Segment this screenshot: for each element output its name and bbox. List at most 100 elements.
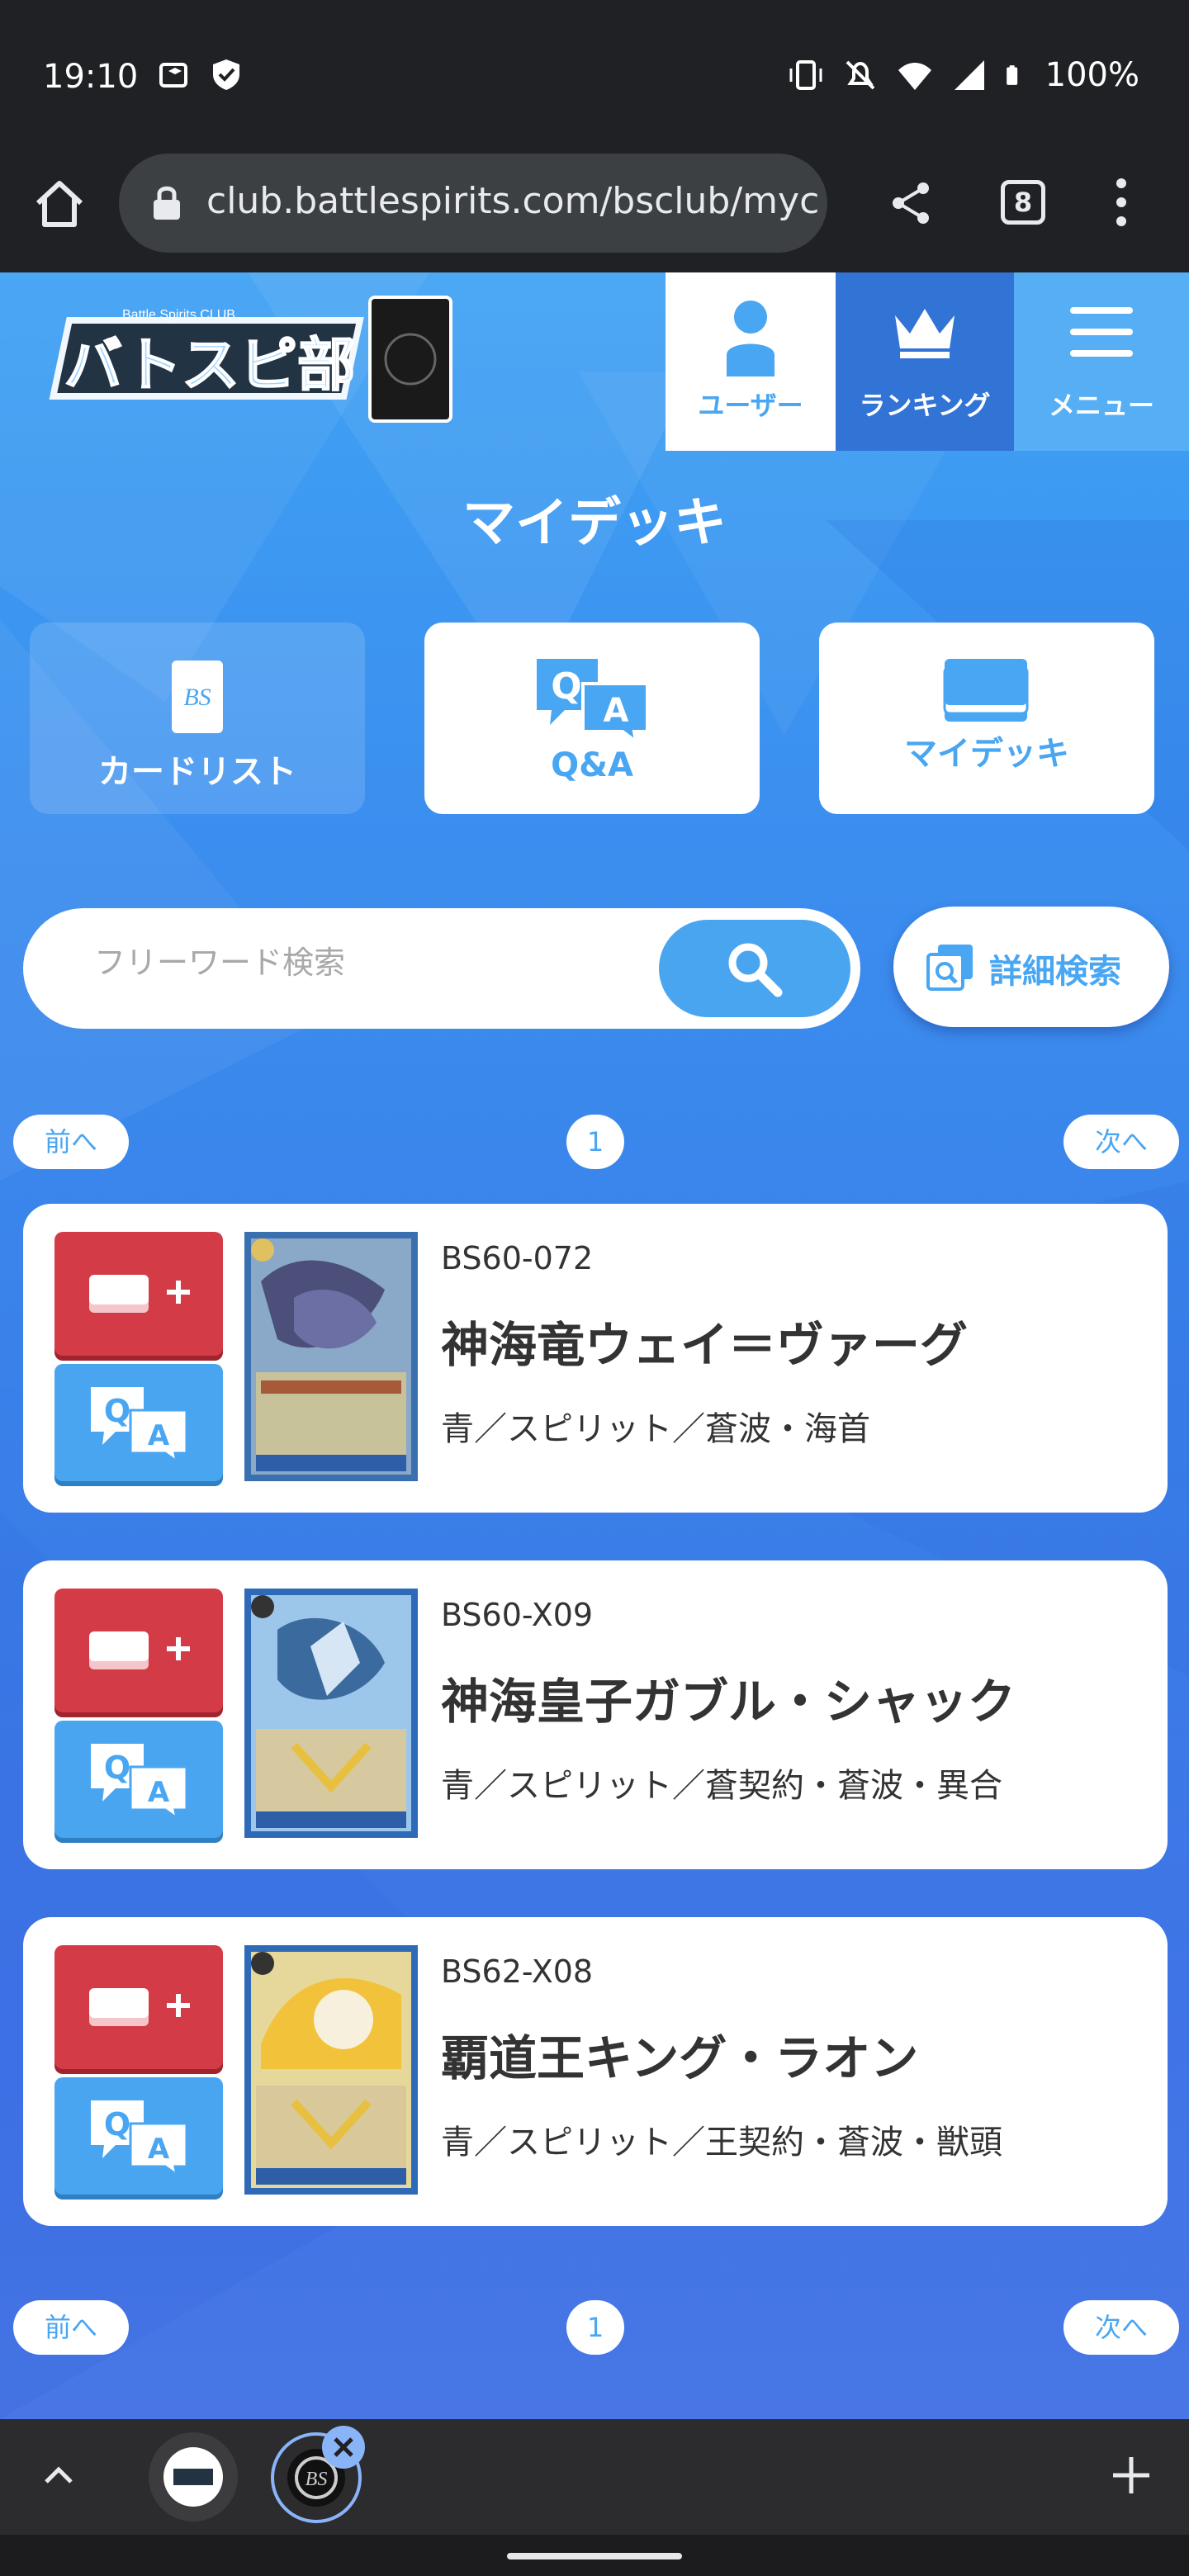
list-item: Q A BS60-X09 神海皇子ガブル・シャック 青／スピリット／蒼契約・蒼波… xyxy=(23,1560,1168,1869)
prev-page-button[interactable]: 前へ xyxy=(13,2300,129,2355)
page-number[interactable]: 1 xyxy=(566,1115,624,1169)
nav-ranking-button[interactable]: ランキング xyxy=(836,272,1014,451)
share-icon[interactable] xyxy=(888,180,935,226)
add-to-deck-button[interactable] xyxy=(54,1589,223,1712)
lock-icon xyxy=(154,186,180,220)
svg-text:BS: BS xyxy=(183,684,211,711)
svg-text:A: A xyxy=(148,1776,170,1809)
search-icon xyxy=(728,943,783,997)
battery-percent: 100% xyxy=(1045,56,1139,94)
page-content: Battle Spirits CLUB バトスピ部 ユーザー ランキング メニュ… xyxy=(0,272,1189,2419)
card-image xyxy=(244,1232,418,1481)
battery-icon xyxy=(1006,65,1017,85)
tab-group-strip: BS xyxy=(0,2419,1189,2535)
card-qa-button[interactable]: Q A xyxy=(54,1721,223,1838)
next-page-button[interactable]: 次へ xyxy=(1063,1115,1179,1169)
nfc-icon xyxy=(159,63,187,88)
svg-text:Q: Q xyxy=(104,2106,130,2143)
add-to-deck-button[interactable] xyxy=(54,1232,223,1356)
tile-qa[interactable]: Q A Q&A xyxy=(424,623,760,814)
home-icon[interactable] xyxy=(31,177,88,233)
signal-icon xyxy=(954,60,984,90)
deck-plus-icon xyxy=(89,1275,190,1313)
nav-menu-label: メニュー xyxy=(1048,390,1154,421)
site-favicon-icon xyxy=(163,2447,223,2507)
tile-my-deck-label: マイデッキ xyxy=(904,735,1069,773)
mute-icon xyxy=(846,60,875,90)
close-tab-button[interactable] xyxy=(322,2426,365,2469)
page-title: マイデッキ xyxy=(462,493,727,554)
add-to-deck-button[interactable] xyxy=(54,1945,223,2069)
list-item: Q A BS60-072 神海竜ウェイ＝ヴァーグ 青／スピリット／蒼波・海首 xyxy=(23,1204,1168,1513)
wifi-icon xyxy=(898,63,931,90)
pager-top: 前へ 1 次へ xyxy=(0,1115,1189,1172)
deck-plus-icon xyxy=(89,1631,190,1669)
chevron-up-icon[interactable] xyxy=(38,2455,79,2497)
card-code: BS62-X08 xyxy=(441,1953,594,1990)
card-code: BS60-072 xyxy=(441,1240,594,1276)
search-input[interactable] xyxy=(94,945,639,981)
user-icon xyxy=(727,301,775,376)
prev-page-button[interactable]: 前へ xyxy=(13,1115,129,1169)
card-qa-button[interactable]: Q A xyxy=(54,2077,223,2195)
card-image xyxy=(244,1589,418,1838)
nav-menu-button[interactable]: メニュー xyxy=(1014,272,1189,451)
tile-card-list-label: カードリスト xyxy=(98,753,296,791)
card-image xyxy=(244,1945,418,2195)
advanced-search-label: 詳細検索 xyxy=(989,953,1121,991)
svg-text:Q: Q xyxy=(104,1750,130,1786)
logo-text: バトスピ部 xyxy=(64,331,355,399)
logo-subtitle: Battle Spirits CLUB xyxy=(122,308,235,322)
new-tab-plus-icon[interactable] xyxy=(1108,2452,1154,2498)
list-item: Q A BS62-X08 覇道王キング・ラオン 青／スピリット／王契約・蒼波・獣… xyxy=(23,1917,1168,2226)
gesture-bar xyxy=(0,2535,1189,2576)
tile-qa-label: Q&A xyxy=(551,746,633,784)
home-gesture-pill[interactable] xyxy=(507,2553,682,2559)
shield-icon xyxy=(213,59,239,90)
next-page-button[interactable]: 次へ xyxy=(1063,2300,1179,2355)
close-icon xyxy=(334,2437,353,2457)
tile-card-list[interactable]: BS カードリスト xyxy=(30,623,365,814)
tab-thumbnail-1[interactable] xyxy=(149,2432,238,2522)
svg-text:A: A xyxy=(148,1419,170,1452)
deck-icon xyxy=(943,659,1029,722)
search-box xyxy=(23,908,860,1029)
card-code: BS60-X09 xyxy=(441,1597,594,1633)
status-bar: 19:10 100% xyxy=(0,0,1189,157)
svg-text:A: A xyxy=(604,692,629,730)
svg-text:Q: Q xyxy=(551,665,581,708)
vibrate-icon xyxy=(789,60,822,90)
bs-card-icon: BS xyxy=(172,661,223,733)
card-qa-button[interactable]: Q A xyxy=(54,1364,223,1481)
advanced-search-button[interactable]: 詳細検索 xyxy=(893,907,1169,1027)
qa-bubbles-icon: Q A xyxy=(91,1387,188,1461)
nav-ranking-label: ランキング xyxy=(859,390,991,421)
status-right-icons: 100% xyxy=(788,56,1139,94)
status-left-icons xyxy=(157,56,244,92)
svg-text:Q: Q xyxy=(104,1393,130,1429)
url-text[interactable]: club.battlespirits.com/bsclub/myc xyxy=(206,180,817,222)
card-name[interactable]: 神海皇子ガブル・シャック xyxy=(441,1663,1016,1732)
advanced-search-icon xyxy=(926,945,973,991)
nav-user-button[interactable]: ユーザー xyxy=(666,272,836,451)
nav-user-label: ユーザー xyxy=(698,390,803,421)
card-attributes: 青／スピリット／王契約・蒼波・獣頭 xyxy=(441,2124,1002,2162)
page-number[interactable]: 1 xyxy=(566,2300,624,2355)
hamburger-icon xyxy=(1070,307,1133,357)
qa-bubbles-icon: Q A xyxy=(91,1744,188,1818)
status-time: 19:10 xyxy=(43,58,139,96)
tab-switcher-button[interactable]: 8 xyxy=(1001,180,1045,225)
kebab-menu-icon[interactable] xyxy=(1111,177,1131,228)
card-name[interactable]: 覇道王キング・ラオン xyxy=(441,2020,918,2089)
svg-text:A: A xyxy=(148,2133,170,2166)
tile-my-deck[interactable]: マイデッキ xyxy=(819,623,1154,814)
svg-text:BS: BS xyxy=(306,2469,328,2490)
deck-plus-icon xyxy=(89,1988,190,2026)
pager-bottom: 前へ 1 次へ xyxy=(0,2300,1189,2358)
crown-icon xyxy=(895,309,955,358)
card-name[interactable]: 神海竜ウェイ＝ヴァーグ xyxy=(441,1306,968,1376)
battlespirits-club-logo[interactable]: Battle Spirits CLUB バトスピ部 xyxy=(15,289,452,429)
qa-bubbles-icon: Q A xyxy=(91,2100,188,2175)
search-button[interactable] xyxy=(659,920,850,1017)
card-attributes: 青／スピリット／蒼波・海首 xyxy=(441,1410,870,1448)
